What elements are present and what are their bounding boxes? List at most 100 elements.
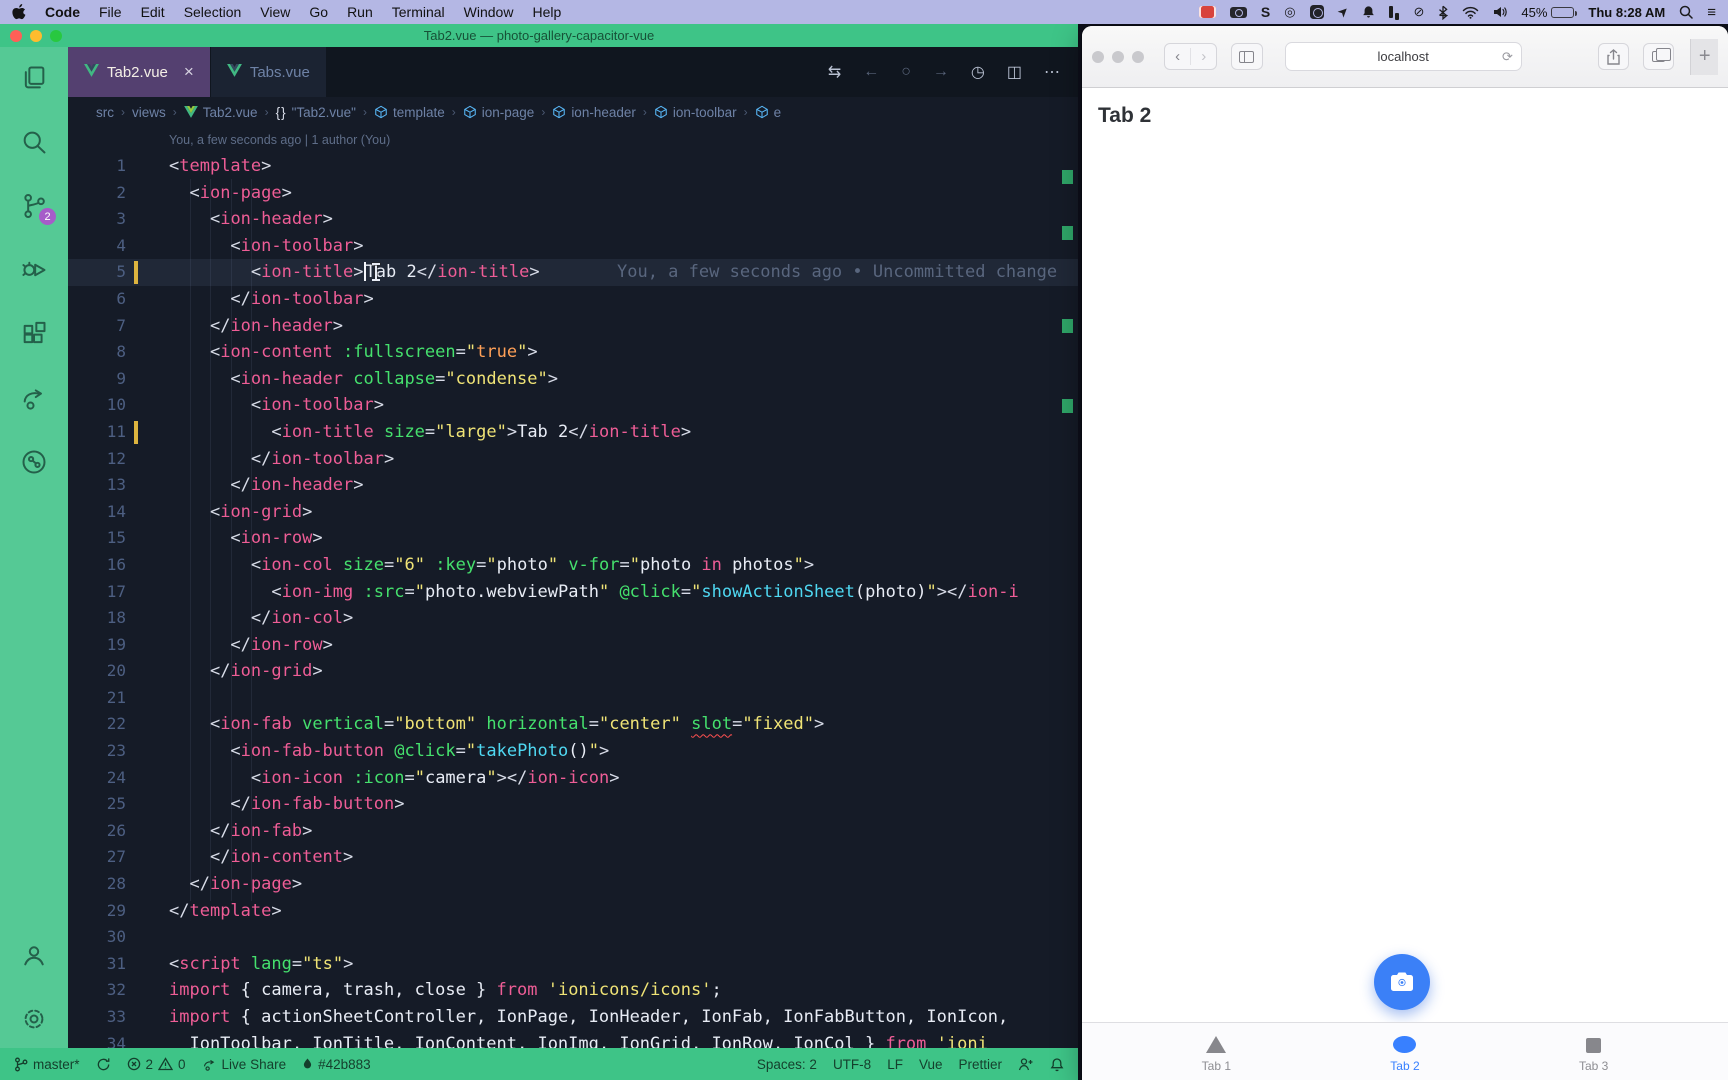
menu-edit[interactable]: Edit — [141, 4, 165, 20]
menu-run[interactable]: Run — [347, 4, 373, 20]
encoding-status[interactable]: UTF-8 — [833, 1057, 871, 1072]
git-branch-status[interactable]: master* — [14, 1057, 80, 1072]
breadcrumb-item-e[interactable]: e — [755, 105, 782, 120]
address-bar[interactable]: localhost ⟳ — [1285, 42, 1522, 71]
live-share-status[interactable]: Live Share — [202, 1057, 287, 1072]
code-line-20[interactable]: 20 </ion-grid> — [68, 658, 1078, 685]
zoom-window-button[interactable] — [50, 30, 62, 42]
menu-terminal[interactable]: Terminal — [392, 4, 445, 20]
code-line-12[interactable]: 12 </ion-toolbar> — [68, 446, 1078, 473]
menu-clock[interactable]: Thu 8:28 AM — [1588, 5, 1665, 20]
menu-code[interactable]: Code — [45, 4, 80, 20]
breadcrumb-item--tab2-vue-[interactable]: {}"Tab2.vue" — [276, 105, 356, 120]
breadcrumb-item-template[interactable]: template — [374, 105, 445, 120]
take-photo-fab[interactable] — [1374, 954, 1430, 1010]
spotlight-search-icon[interactable] — [1679, 4, 1693, 20]
code-line-24[interactable]: 24 <ion-icon :icon="camera"></ion-icon> — [68, 765, 1078, 792]
code-line-9[interactable]: 9 <ion-header collapse="condense"> — [68, 366, 1078, 393]
next-change-icon[interactable]: → — [933, 63, 949, 81]
tab-tabs-vue[interactable]: Tabs.vue — [211, 47, 326, 97]
code-line-16[interactable]: 16 <ion-col size="6" :key="photo" v-for=… — [68, 552, 1078, 579]
tab-button-tab-3[interactable]: Tab 3 — [1549, 1035, 1639, 1073]
rocket-icon[interactable]: ➤ — [1334, 2, 1353, 21]
code-line-26[interactable]: 26 </ion-fab> — [68, 818, 1078, 845]
sync-changes-button[interactable] — [96, 1057, 111, 1072]
problems-status[interactable]: 2 0 — [127, 1057, 186, 1072]
codelens-annotation[interactable]: You, a few seconds ago | 1 author (You) — [68, 127, 1078, 153]
code-line-21[interactable]: 21 — [68, 685, 1078, 712]
ionic-extension-icon[interactable] — [19, 447, 49, 477]
language-mode-status[interactable]: Vue — [919, 1057, 943, 1072]
code-line-14[interactable]: 14 <ion-grid> — [68, 499, 1078, 526]
menu-selection[interactable]: Selection — [184, 4, 242, 20]
breadcrumb-item-src[interactable]: src — [96, 105, 114, 120]
back-button[interactable]: ‹ — [1165, 48, 1190, 65]
bell-icon[interactable] — [1362, 4, 1375, 20]
menu-view[interactable]: View — [260, 4, 290, 20]
code-line-6[interactable]: 6 </ion-toolbar> — [68, 286, 1078, 313]
extensions-icon[interactable] — [19, 319, 49, 349]
timeline-icon[interactable]: ◷ — [971, 62, 985, 82]
feedback-icon[interactable] — [1018, 1057, 1034, 1072]
stats-bars-icon[interactable] — [1389, 4, 1399, 20]
tab-button-tab-1[interactable]: Tab 1 — [1171, 1035, 1261, 1073]
s-app-icon[interactable]: S — [1261, 4, 1270, 20]
minimize-window-button[interactable] — [30, 30, 42, 42]
reload-icon[interactable]: ⟳ — [1502, 49, 1513, 65]
window-ring-icon[interactable] — [1310, 5, 1324, 19]
code-line-25[interactable]: 25 </ion-fab-button> — [68, 791, 1078, 818]
formatter-status[interactable]: Prettier — [958, 1057, 1002, 1072]
video-camera-icon[interactable] — [1230, 7, 1247, 18]
code-line-19[interactable]: 19 </ion-row> — [68, 632, 1078, 659]
code-line-3[interactable]: 3 <ion-header> — [68, 206, 1078, 233]
code-line-8[interactable]: 8 <ion-content :fullscreen="true"> — [68, 339, 1078, 366]
menu-go[interactable]: Go — [309, 4, 328, 20]
code-line-34[interactable]: 34 IonToolbar, IonTitle, IonContent, Ion… — [68, 1031, 1078, 1048]
code-line-28[interactable]: 28 </ion-page> — [68, 871, 1078, 898]
explorer-icon[interactable] — [19, 63, 49, 93]
control-center-icon[interactable]: ≡ — [1707, 4, 1716, 20]
share-button[interactable] — [1598, 43, 1629, 70]
source-control-icon[interactable]: 2 — [19, 191, 49, 221]
code-line-5[interactable]: 5 <ion-title>Tab 2</ion-title>You, a few… — [68, 259, 1078, 286]
live-share-icon[interactable] — [19, 383, 49, 413]
breadcrumb-item-tab2-vue[interactable]: Tab2.vue — [184, 105, 258, 120]
indentation-status[interactable]: Spaces: 2 — [757, 1057, 817, 1072]
code-line-17[interactable]: 17 <ion-img :src="photo.webviewPath" @cl… — [68, 579, 1078, 606]
close-window-button[interactable] — [10, 30, 22, 42]
apple-logo-icon[interactable] — [12, 4, 26, 20]
menu-help[interactable]: Help — [532, 4, 561, 20]
split-editor-icon[interactable]: ◫ — [1007, 62, 1022, 82]
breadcrumb-item-views[interactable]: views — [132, 105, 166, 120]
color-chip-status[interactable]: #42b883 — [302, 1057, 371, 1072]
settings-gear-icon[interactable] — [19, 1004, 49, 1034]
more-actions-icon[interactable]: ⋯ — [1044, 62, 1060, 82]
search-icon[interactable] — [19, 127, 49, 157]
toggle-changes-icon[interactable]: ⇆ — [828, 62, 841, 82]
code-line-2[interactable]: 2 <ion-page> — [68, 180, 1078, 207]
previous-change-icon[interactable]: ← — [863, 63, 879, 81]
code-line-4[interactable]: 4 <ion-toolbar> — [68, 233, 1078, 260]
code-line-22[interactable]: 22 <ion-fab vertical="bottom" horizontal… — [68, 711, 1078, 738]
close-tab-icon[interactable]: × — [184, 62, 194, 82]
breadcrumb-item-ion-toolbar[interactable]: ion-toolbar — [654, 105, 737, 120]
current-change-icon[interactable]: ○ — [901, 63, 911, 81]
film-icon[interactable] — [1199, 6, 1216, 18]
volume-icon[interactable] — [1493, 4, 1507, 20]
code-line-30[interactable]: 30 — [68, 924, 1078, 951]
code-line-15[interactable]: 15 <ion-row> — [68, 525, 1078, 552]
code-editor[interactable]: You, a few seconds ago | 1 author (You) … — [68, 127, 1078, 1048]
code-line-7[interactable]: 7 </ion-header> — [68, 313, 1078, 340]
forward-button[interactable]: › — [1190, 48, 1216, 65]
menu-file[interactable]: File — [99, 4, 122, 20]
close-window-button[interactable] — [1092, 51, 1104, 63]
code-line-13[interactable]: 13 </ion-header> — [68, 472, 1078, 499]
account-icon[interactable] — [19, 940, 49, 970]
new-tab-button[interactable]: + — [1690, 39, 1718, 75]
code-line-33[interactable]: 33import { actionSheetController, IonPag… — [68, 1004, 1078, 1031]
notifications-bell-icon[interactable] — [1050, 1057, 1064, 1072]
bluetooth-icon[interactable] — [1438, 4, 1448, 20]
tab-tab2-vue[interactable]: Tab2.vue × — [68, 47, 210, 97]
zoom-window-button[interactable] — [1132, 51, 1144, 63]
run-debug-icon[interactable] — [19, 255, 49, 285]
